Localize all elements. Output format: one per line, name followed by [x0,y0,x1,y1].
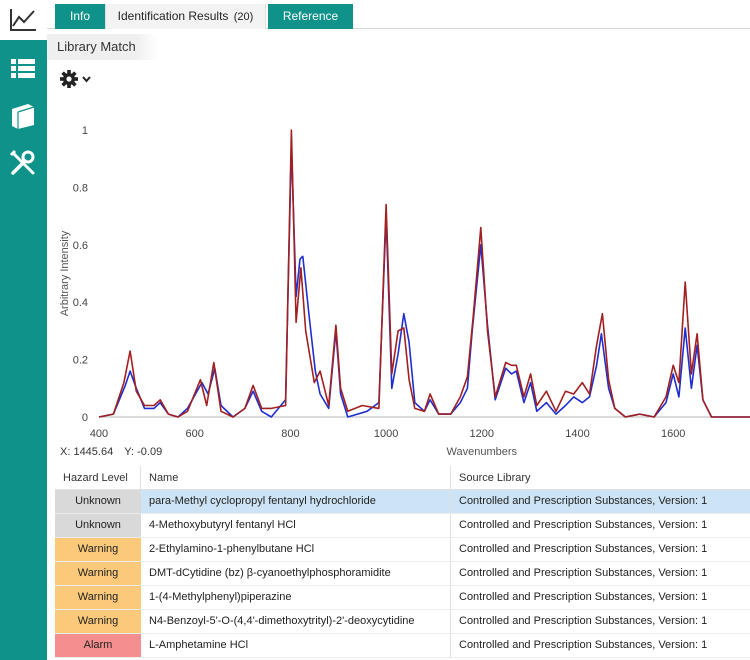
substance-name: para-Methyl cyclopropyl fentanyl hydroch… [141,490,451,513]
x-tick-label: 600 [186,428,204,440]
spectrum-chart[interactable]: 0 0.2 0.4 0.6 0.8 1 400 600 800 1000 1200 1400 1600… [47,95,750,460]
hazard-level-badge: Warning [55,562,141,585]
y-tick-label: 0 [82,412,88,424]
tools-icon[interactable] [8,148,38,178]
table-row[interactable]: Unknown para-Methyl cyclopropyl fentanyl … [55,490,750,514]
substance-name: 1-(4-Methylphenyl)piperazine [141,586,451,609]
source-library: Controlled and Prescription Substances, … [459,567,708,579]
source-library: Controlled and Prescription Substances, … [459,591,708,603]
source-library: Controlled and Prescription Substances, … [459,495,708,507]
x-tick-label: 400 [90,428,108,440]
list-icon[interactable] [8,54,38,84]
substance-name: DMT-dCytidine (bz) β-cyanoethylphosphora… [141,562,451,585]
hazard-level-badge: Alarm [55,634,141,657]
substance-name: L-Amphetamine HCl [141,634,451,657]
col-source-library[interactable]: Source Library [451,466,750,489]
y-tick-label: 0.6 [73,240,88,252]
source-library: Controlled and Prescription Substances, … [459,639,708,651]
table-row[interactable]: Unknown 4-Methoxybutyryl fentanyl HCl Cont… [55,514,750,538]
source-library: Controlled and Prescription Substances, … [459,519,708,531]
substance-name: N4-Benzoyl-5'-O-(4,4'-dimethoxytrityl)-2… [141,610,451,633]
hazard-level-badge: Warning [55,586,141,609]
library-match-header: Library Match [47,29,750,65]
table-header: Hazard Level Name Source Library [55,466,750,490]
results-table: Hazard Level Name Source Library Unknown… [55,466,750,658]
x-tick-label: 1200 [470,428,494,440]
book-icon[interactable] [8,100,38,130]
y-axis-label: Arbitrary Intensity [59,230,71,316]
source-library: Controlled and Prescription Substances, … [459,615,708,627]
table-row[interactable]: Warning DMT-dCytidine (bz) β-cyanoethylph… [55,562,750,586]
hazard-level-badge: Unknown [55,514,141,537]
tab-bar: Info Identification Results (20) Referen… [47,0,750,29]
x-tick-label: 1600 [661,428,685,440]
y-tick-label: 0.8 [73,182,88,194]
cursor-x: X: 1445.64 [60,446,114,458]
spectrum-series-1 [98,143,750,418]
col-hazard-level[interactable]: Hazard Level [55,466,141,489]
settings-dropdown[interactable] [59,68,95,90]
tab-reference-label: Reference [282,9,339,23]
hazard-level-badge: Unknown [55,490,141,513]
y-tick-label: 0.2 [73,355,88,367]
substance-name: 2-Ethylamino-1-phenylbutane HCl [141,538,451,561]
table-row[interactable]: Warning 1-(4-Methylphenyl)piperazine Contr… [55,586,750,610]
cursor-readout: X: 1445.64 Y: -0.09 [60,446,162,458]
y-tick-label: 0.4 [73,297,88,309]
x-tick-label: 1000 [374,428,398,440]
table-row[interactable]: Warning N4-Benzoyl-5'-O-(4,4'-dimethoxytr… [55,610,750,634]
cursor-y: Y: -0.09 [124,446,163,458]
tab-reference[interactable]: Reference [268,4,353,29]
tab-info-label: Info [69,9,90,23]
table-row[interactable]: Warning 2-Ethylamino-1-phenylbutane HCl Co… [55,538,750,562]
x-tick-label: 800 [281,428,299,440]
line-chart-icon[interactable] [0,0,47,40]
tab-identification-results[interactable]: Identification Results (20) [105,4,266,29]
hazard-level-badge: Warning [55,610,141,633]
col-name[interactable]: Name [141,466,451,489]
tab-info[interactable]: Info [55,4,105,29]
result-count: (20) [233,11,254,23]
x-tick-label: 1400 [565,428,589,440]
hazard-level-badge: Warning [55,538,141,561]
section-title: Library Match [47,34,158,60]
gear-icon [60,70,91,88]
y-tick-label: 1 [82,125,88,137]
substance-name: 4-Methoxybutyryl fentanyl HCl [141,514,451,537]
table-row[interactable]: Alarm L-Amphetamine HCl Controlled and Pre… [55,634,750,658]
left-nav-rail [0,40,47,660]
source-library: Controlled and Prescription Substances, … [459,543,708,555]
x-axis-label: Wavenumbers [447,446,518,458]
spectrum-series-2 [98,129,750,418]
tab-identification-label: Identification Results [117,9,229,23]
